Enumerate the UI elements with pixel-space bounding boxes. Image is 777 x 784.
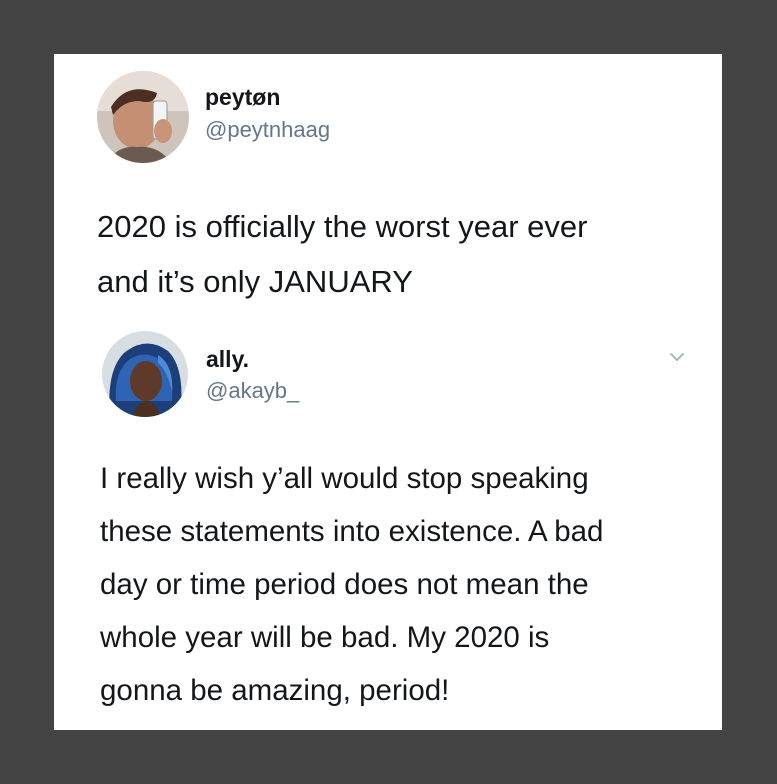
tweet-author-name[interactable]: peytøn: [205, 84, 280, 111]
tweet-text: 2020 is officially the worst year ever a…: [97, 199, 588, 309]
tweet-author-handle[interactable]: @peytnhaag: [205, 117, 330, 143]
reply-text-line: I really wish y’all would stop speaking: [100, 462, 589, 495]
reply-text-line: these statements into existence. A bad: [100, 515, 604, 548]
tweet-text-line: 2020 is officially the worst year ever: [97, 209, 588, 244]
screenshot-frame: peytøn @peytnhaag 2020 is officially the…: [0, 0, 777, 784]
reply-author-handle[interactable]: @akayb_: [206, 378, 299, 404]
tweet-card: peytøn @peytnhaag 2020 is officially the…: [54, 54, 722, 730]
reply-author-name[interactable]: ally.: [206, 346, 249, 373]
chevron-down-icon[interactable]: [668, 348, 686, 366]
tweet-text-line: and it’s only JANUARY: [97, 264, 413, 299]
user-photo-icon: [97, 71, 189, 163]
reply-text-line: gonna be amazing, period!: [100, 674, 450, 707]
reply-text-line: day or time period does not mean the: [100, 568, 589, 601]
avatar[interactable]: [97, 71, 189, 163]
avatar[interactable]: [102, 331, 188, 417]
user-photo-icon: [102, 331, 188, 417]
reply-text: I really wish y’all would stop speaking …: [100, 452, 603, 717]
reply-text-line: whole year will be bad. My 2020 is: [100, 621, 550, 654]
